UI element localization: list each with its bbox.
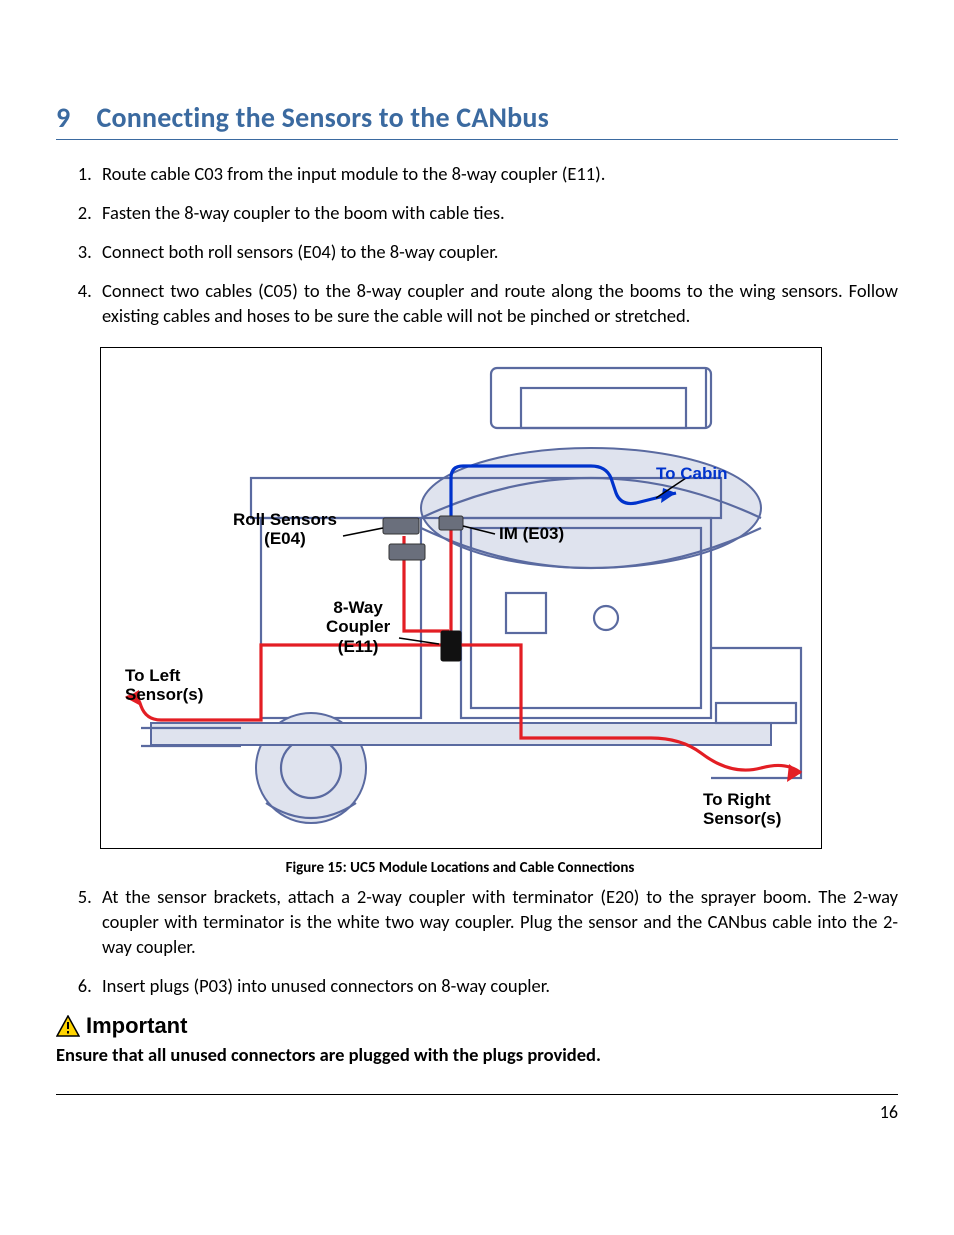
label-to-left: To Left Sensor(s) — [125, 666, 203, 705]
warning-icon — [56, 1015, 80, 1037]
step-1: Route cable C03 from the input module to… — [96, 162, 898, 187]
label-coupler: 8-Way Coupler (E11) — [326, 598, 390, 657]
footer-divider — [56, 1094, 898, 1095]
figure-wrapper: To Cabin Roll Sensors (E04) IM (E03) 8-W… — [100, 347, 820, 877]
label-im: IM (E03) — [499, 524, 564, 544]
procedure-steps-continued: At the sensor brackets, attach a 2-way c… — [74, 885, 898, 999]
label-to-cabin: To Cabin — [656, 464, 727, 484]
step-2: Fasten the 8-way coupler to the boom wit… — [96, 201, 898, 226]
important-body: Ensure that all unused connectors are pl… — [56, 1043, 898, 1066]
step-6: Insert plugs (P03) into unused connector… — [96, 974, 898, 999]
procedure-steps: Route cable C03 from the input module to… — [74, 162, 898, 329]
step-4: Connect two cables (C05) to the 8-way co… — [96, 279, 898, 329]
page-number: 16 — [56, 1101, 898, 1123]
figure-caption: Figure 15: UC5 Module Locations and Cabl… — [100, 859, 820, 877]
section-heading: 9 Connecting the Sensors to the CANbus — [56, 100, 898, 140]
section-title: Connecting the Sensors to the CANbus — [97, 100, 549, 135]
important-heading: Important — [56, 1013, 898, 1039]
step-5: At the sensor brackets, attach a 2-way c… — [96, 885, 898, 960]
figure-15: To Cabin Roll Sensors (E04) IM (E03) 8-W… — [100, 347, 822, 849]
important-label: Important — [86, 1013, 187, 1039]
step-3: Connect both roll sensors (E04) to the 8… — [96, 240, 898, 265]
label-to-right: To Right Sensor(s) — [703, 790, 781, 829]
diagram-svg — [101, 348, 821, 848]
section-number: 9 — [56, 100, 90, 135]
label-roll-sensors: Roll Sensors (E04) — [233, 510, 337, 549]
